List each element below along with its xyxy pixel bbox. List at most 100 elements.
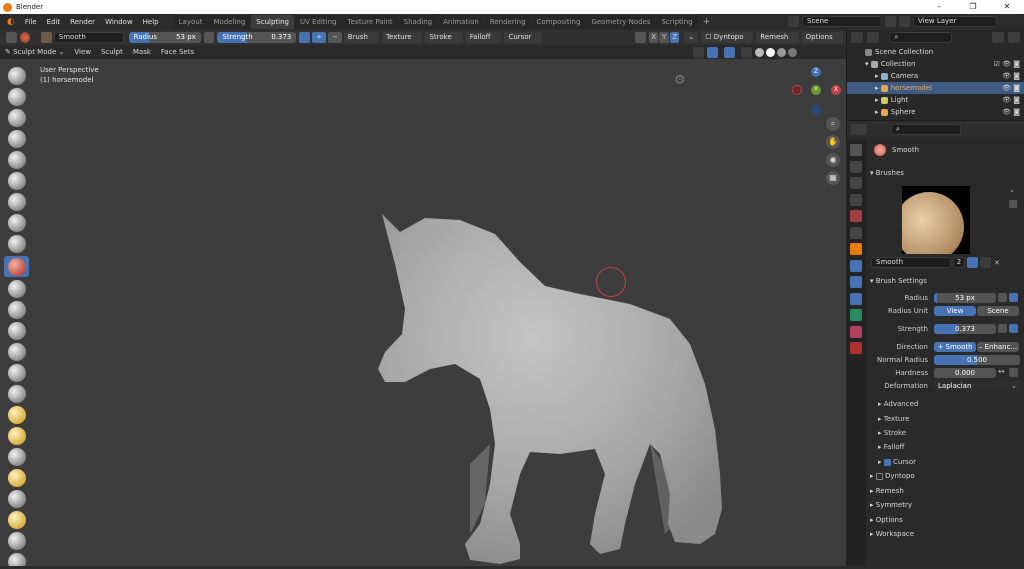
properties-search-input[interactable]: ⌕ [891, 123, 961, 135]
dyntopo-toggle[interactable]: ☐ Dyntopo ⌄ [701, 32, 754, 52]
multiplane-scrape-brush-icon[interactable] [7, 342, 26, 361]
brush-thumbnail[interactable] [902, 186, 970, 254]
material-tab-icon[interactable] [850, 325, 862, 338]
render-tab-icon[interactable] [850, 160, 862, 173]
perspective-toggle-icon[interactable]: ▦ [826, 171, 840, 185]
camera-view-icon[interactable]: ◉ [826, 153, 840, 167]
symmetry-x-toggle[interactable]: X [648, 32, 659, 43]
light-visibility-icons[interactable]: 👁 ◙ [1002, 94, 1020, 106]
rotate-brush-icon[interactable] [7, 510, 26, 529]
subtract-direction-button[interactable]: − [327, 32, 342, 43]
add-direction-button[interactable]: + [311, 32, 326, 43]
3d-viewport[interactable]: User Perspective (1) horsemodel ⚙ Z X Y … [0, 59, 846, 566]
menu-help[interactable]: Help [138, 14, 164, 30]
strength-eyedropper-icon[interactable] [998, 324, 1007, 333]
scene-tab-icon[interactable] [850, 210, 862, 222]
rendered-shading-icon[interactable] [788, 48, 797, 57]
falloff-dropdown[interactable]: Falloff ⌄ [465, 32, 502, 52]
symmetry-z-toggle[interactable]: Z [669, 32, 680, 43]
strength-pressure-toggle-icon[interactable] [1009, 324, 1018, 333]
outliner-scene-collection[interactable]: Scene Collection [847, 46, 1024, 58]
grab-brush-icon[interactable] [7, 384, 26, 403]
object-tab-icon[interactable] [850, 243, 862, 255]
mask-menu[interactable]: Mask [128, 45, 156, 59]
collection-visibility-icons[interactable]: ☑ 👁 ◙ [994, 58, 1020, 70]
workspace-panel[interactable]: ▸ Workspace [870, 528, 914, 540]
tab-uv-editing[interactable]: UV Editing [294, 15, 342, 29]
direction-smooth-button[interactable]: + Smooth [934, 342, 976, 352]
menu-edit[interactable]: Edit [42, 14, 66, 30]
elastic-deform-brush-icon[interactable] [7, 405, 26, 424]
remesh-panel[interactable]: ▸ Remesh [870, 485, 904, 497]
gizmo-neg-x-axis[interactable] [792, 85, 802, 95]
brush-users-count[interactable]: 2 [953, 257, 965, 268]
draw-sharp-brush-icon[interactable] [7, 88, 26, 106]
face-sets-menu[interactable]: Face Sets [156, 45, 199, 59]
tab-shading[interactable]: Shading [398, 15, 438, 29]
pose-brush-icon[interactable] [7, 468, 26, 487]
radius-slider[interactable]: Radius 53 px [128, 32, 201, 43]
flatten-brush-icon[interactable] [7, 279, 26, 298]
stroke-dropdown[interactable]: Stroke ⌄ [425, 32, 463, 52]
gizmo-icon[interactable] [707, 47, 718, 58]
strength-property-field[interactable]: 0.373 [934, 324, 996, 334]
crease-brush-icon[interactable] [7, 235, 26, 253]
texture-dropdown[interactable]: Texture ⌄ [381, 32, 423, 52]
scene-new-icon[interactable] [885, 16, 896, 27]
active-tool-icon[interactable] [6, 32, 17, 43]
tab-animation[interactable]: Animation [438, 15, 484, 29]
thumb-brush-icon[interactable] [7, 447, 26, 466]
view-layer-selector[interactable]: View Layer [913, 16, 997, 27]
brush-name-field[interactable]: Smooth [53, 32, 124, 43]
tab-texture-paint[interactable]: Texture Paint [342, 15, 398, 29]
normal-radius-field[interactable]: 0.500 [934, 355, 1020, 365]
scrape-brush-icon[interactable] [7, 321, 26, 340]
advanced-subpanel[interactable]: ▸ Advanced [878, 398, 918, 410]
tab-modeling[interactable]: Modeling [208, 15, 251, 29]
gizmo-neg-z-axis[interactable] [811, 105, 821, 115]
inflate-brush-icon[interactable] [7, 193, 26, 211]
brushes-panel-header[interactable]: ▾ Brushes [870, 167, 904, 179]
pan-hand-icon[interactable]: ✋ [826, 135, 840, 149]
brush-preview-icon[interactable] [19, 32, 31, 43]
options-panel[interactable]: ▸ Options [870, 514, 903, 526]
blob-brush-icon[interactable] [7, 214, 26, 232]
sphere-visibility-icons[interactable]: 👁 ◙ [1002, 106, 1020, 118]
outliner-collection[interactable]: ▾ Collection ☑ 👁 ◙ [847, 58, 1024, 70]
scene-icon[interactable] [788, 16, 799, 27]
falloff-subpanel[interactable]: ▸ Falloff [878, 441, 904, 453]
wireframe-shading-icon[interactable] [755, 48, 764, 57]
snake-hook-brush-icon[interactable] [7, 426, 26, 445]
tab-compositing[interactable]: Compositing [531, 15, 586, 29]
duplicate-brush-icon[interactable] [980, 257, 991, 268]
brush-data-icon[interactable] [41, 32, 52, 43]
texture-tab-icon[interactable] [850, 342, 862, 354]
symmetry-icon[interactable] [635, 32, 646, 43]
brush-datablock-field[interactable]: Smooth [871, 257, 951, 268]
physics-tab-icon[interactable] [850, 292, 862, 305]
brush-browser-icon[interactable] [1009, 200, 1017, 208]
tab-scripting[interactable]: Scripting [656, 15, 698, 29]
outliner-item-sphere[interactable]: ▸ Sphere 👁 ◙ [847, 106, 1024, 118]
symmetry-dropdown[interactable]: ⌄ [684, 32, 699, 43]
outliner-item-horsemodel[interactable]: ▸ horsemodel 👁 ◙ [847, 82, 1024, 94]
outliner-filter-icon[interactable] [991, 31, 1004, 43]
radius-pressure-icon[interactable] [203, 32, 215, 43]
properties-editor-type-icon[interactable] [851, 123, 867, 135]
menu-file[interactable]: File [20, 14, 42, 30]
strength-pressure-icon[interactable] [299, 32, 310, 43]
material-shading-icon[interactable] [777, 48, 786, 57]
options-dropdown[interactable]: Options ⌄ [801, 32, 843, 52]
tab-rendering[interactable]: Rendering [484, 15, 531, 29]
brush-browser-chevron-icon[interactable]: ⌄ [1009, 186, 1015, 194]
fake-user-icon[interactable] [967, 257, 978, 268]
cursor-checkbox[interactable] [883, 458, 891, 466]
tab-layout[interactable]: Layout [173, 15, 208, 29]
horse-model[interactable] [370, 204, 730, 566]
symmetry-y-toggle[interactable]: Y [659, 32, 669, 43]
dyntopo-checkbox[interactable] [875, 472, 883, 480]
deformation-dropdown[interactable]: Laplacian ⌄ [934, 381, 1020, 391]
tool-tab-icon[interactable] [850, 144, 862, 156]
add-workspace-button[interactable]: + [699, 17, 715, 27]
radius-eyedropper-icon[interactable] [998, 293, 1007, 302]
